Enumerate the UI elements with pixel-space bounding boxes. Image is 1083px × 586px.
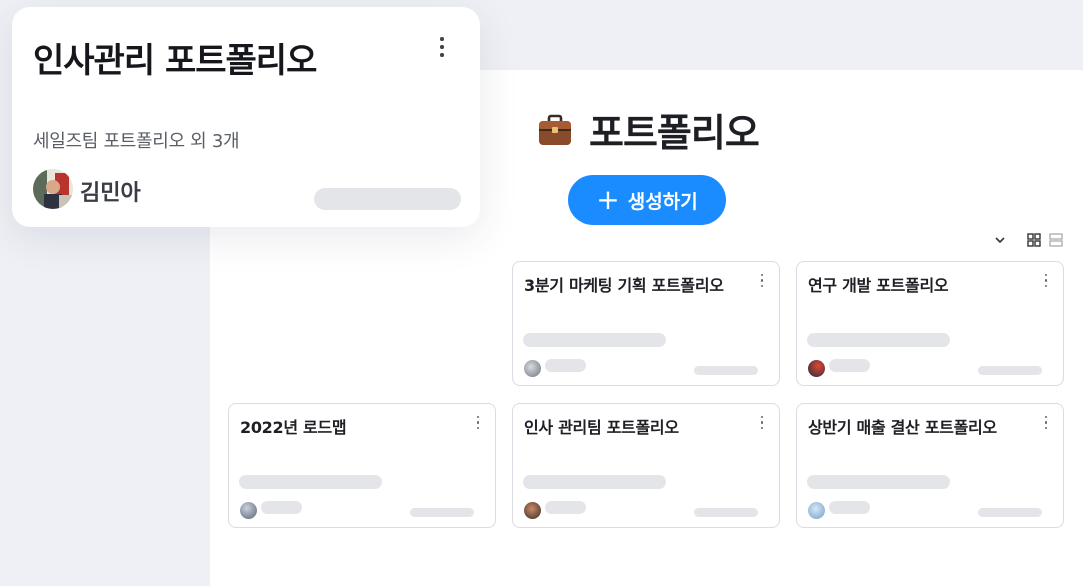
skeleton-name	[545, 501, 586, 514]
skeleton-date	[410, 508, 474, 517]
avatar	[240, 502, 257, 519]
featured-title: 인사관리 포트폴리오	[33, 41, 317, 81]
portfolio-card[interactable]: 3분기 마케팅 기획 포트폴리오	[512, 261, 780, 386]
skeleton-bar	[314, 188, 461, 210]
portfolio-card[interactable]: 상반기 매출 결산 포트폴리오	[796, 403, 1064, 528]
skeleton-bar	[523, 333, 666, 347]
more-options-icon[interactable]	[475, 416, 481, 432]
create-portfolio-button[interactable]: + 생성하기	[568, 175, 726, 225]
avatar	[808, 360, 825, 377]
skeleton-name	[829, 359, 870, 372]
avatar	[524, 360, 541, 377]
skeleton-date	[978, 508, 1042, 517]
portfolio-card[interactable]: 인사 관리팀 포트폴리오	[512, 403, 780, 528]
skeleton-bar	[807, 333, 950, 347]
avatar	[808, 502, 825, 519]
create-button-label: 생성하기	[627, 190, 698, 213]
skeleton-name	[261, 501, 302, 514]
list-view-icon[interactable]	[1048, 232, 1064, 248]
chevron-down-icon[interactable]	[992, 232, 1008, 248]
skeleton-bar	[523, 475, 666, 489]
briefcase-icon	[537, 112, 573, 148]
owner-name: 김민아	[80, 181, 141, 206]
more-options-icon[interactable]	[1043, 416, 1049, 432]
avatar	[524, 502, 541, 519]
more-options-icon[interactable]	[1043, 274, 1049, 290]
skeleton-date	[978, 366, 1042, 375]
card-title: 상반기 매출 결산 포트폴리오	[808, 418, 997, 437]
grid-view-icon[interactable]	[1026, 232, 1042, 248]
skeleton-name	[829, 501, 870, 514]
view-controls	[992, 232, 1070, 248]
skeleton-name	[545, 359, 586, 372]
skeleton-bar	[239, 475, 382, 489]
featured-portfolio-card[interactable]: 인사관리 포트폴리오 세일즈팀 포트폴리오 외 3개 김민아	[12, 7, 480, 227]
panel-title: 포트폴리오	[589, 111, 760, 155]
card-title: 3분기 마케팅 기획 포트폴리오	[524, 276, 724, 295]
more-options-icon[interactable]	[759, 416, 765, 432]
more-options-icon[interactable]	[439, 37, 445, 61]
skeleton-date	[694, 508, 758, 517]
avatar	[33, 169, 73, 209]
card-title: 연구 개발 포트폴리오	[808, 276, 949, 295]
more-options-icon[interactable]	[759, 274, 765, 290]
portfolio-card[interactable]: 연구 개발 포트폴리오	[796, 261, 1064, 386]
portfolio-card[interactable]: 2022년 로드맵	[228, 403, 496, 528]
card-title: 인사 관리팀 포트폴리오	[524, 418, 679, 437]
skeleton-date	[694, 366, 758, 375]
featured-subtitle: 세일즈팀 포트폴리오 외 3개	[33, 131, 240, 152]
card-title: 2022년 로드맵	[240, 418, 347, 437]
panel-header: 포트폴리오	[537, 102, 760, 157]
plus-icon: +	[596, 183, 620, 216]
skeleton-bar	[807, 475, 950, 489]
